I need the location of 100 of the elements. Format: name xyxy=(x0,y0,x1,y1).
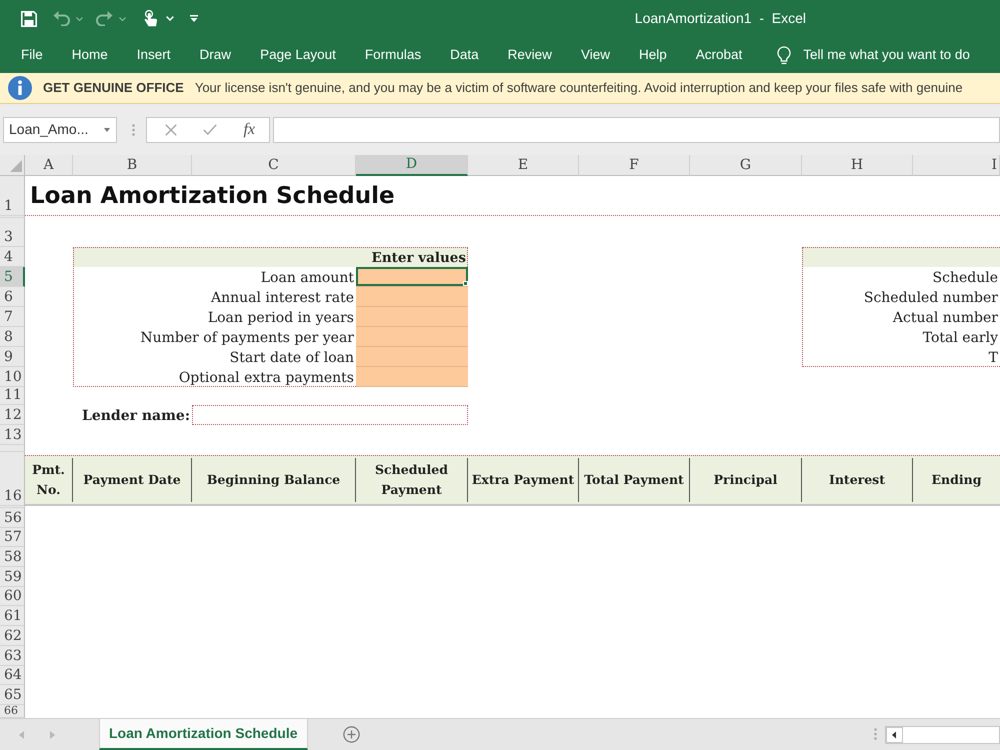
row-header[interactable]: 4 xyxy=(0,247,25,267)
name-box[interactable]: Loan_Amo... xyxy=(3,116,117,142)
field-label: Lender name: xyxy=(82,407,191,425)
more-options-icon[interactable] xyxy=(874,728,877,740)
row-header[interactable]: 13 xyxy=(0,425,25,445)
field-label: Loan amount xyxy=(260,269,355,287)
info-icon xyxy=(8,76,32,100)
input-cell[interactable] xyxy=(356,287,468,307)
schedule-column-header: Beginning Balance xyxy=(192,458,356,502)
row-header[interactable]: 59 xyxy=(0,567,25,587)
field-label: Optional extra payments xyxy=(178,369,355,387)
column-header[interactable]: I xyxy=(913,155,1000,176)
undo-icon[interactable] xyxy=(53,11,70,26)
sheet-tab[interactable]: Loan Amortization Schedule xyxy=(99,719,308,750)
schedule-column-header: Total Payment xyxy=(579,458,690,502)
row-header[interactable]: 63 xyxy=(0,646,25,666)
ribbon-tab[interactable]: Draw xyxy=(200,45,232,65)
row-header[interactable]: 62 xyxy=(0,626,25,646)
input-cell[interactable] xyxy=(356,367,468,387)
ribbon-tab[interactable]: View xyxy=(580,45,610,65)
previous-sheet-icon[interactable] xyxy=(19,730,24,738)
field-label: Actual number xyxy=(892,309,999,327)
row-header[interactable]: 12 xyxy=(0,405,25,425)
ribbon-tab[interactable]: Formulas xyxy=(364,45,422,65)
schedule-column-header: Extra Payment xyxy=(468,458,579,502)
row-header[interactable]: 58 xyxy=(0,547,25,568)
row-header[interactable]: 64 xyxy=(0,666,25,686)
formula-input[interactable] xyxy=(273,116,1000,142)
row-header[interactable]: 7 xyxy=(0,307,25,327)
add-sheet-icon[interactable] xyxy=(342,726,360,743)
row-header[interactable]: 8 xyxy=(0,327,25,347)
schedule-column-header: Ending xyxy=(930,471,982,489)
caret-icon[interactable] xyxy=(76,16,83,20)
row-header[interactable]: 10 xyxy=(0,367,25,387)
row-header[interactable]: 3 xyxy=(0,218,25,247)
ribbon-tab[interactable]: Review xyxy=(508,45,552,65)
scroll-left-icon[interactable] xyxy=(886,727,903,743)
row-header[interactable]: 11 xyxy=(0,387,25,405)
field-label: Annual interest rate xyxy=(210,289,355,307)
select-all-icon[interactable] xyxy=(10,160,22,172)
lightbulb-icon[interactable] xyxy=(777,46,792,64)
row-header[interactable] xyxy=(0,445,25,452)
sheet-title: Loan Amortization Schedule xyxy=(29,182,395,211)
column-header[interactable]: F xyxy=(579,155,690,176)
row-header[interactable]: 57 xyxy=(0,528,25,548)
row-header[interactable]: 66 xyxy=(0,704,25,718)
column-header[interactable]: A xyxy=(25,155,73,176)
check-icon[interactable] xyxy=(203,124,218,135)
input-cell[interactable] xyxy=(356,347,468,367)
schedule-column-header: Scheduled Payment xyxy=(356,458,468,502)
row-header[interactable]: 65 xyxy=(0,685,25,705)
row-header[interactable]: 61 xyxy=(0,606,25,626)
next-sheet-icon[interactable] xyxy=(50,730,55,738)
column-header[interactable]: E xyxy=(468,155,579,176)
field-label: Loan period in years xyxy=(208,309,355,327)
input-cell[interactable] xyxy=(356,327,468,347)
input-cell[interactable] xyxy=(356,267,468,287)
row-header[interactable]: 9 xyxy=(0,347,25,367)
field-label: T xyxy=(988,349,999,367)
caret-icon[interactable] xyxy=(119,16,126,20)
row-header[interactable]: 16 xyxy=(0,452,25,506)
ribbon-tab[interactable]: Insert xyxy=(136,45,171,65)
save-icon[interactable] xyxy=(21,10,37,26)
ribbon-tab[interactable]: File xyxy=(21,45,43,65)
column-header[interactable]: D xyxy=(356,155,468,176)
more-options-icon[interactable] xyxy=(132,124,135,136)
lender-name-field[interactable] xyxy=(192,405,468,425)
field-label: Total early xyxy=(922,329,999,347)
field-label: Number of payments per year xyxy=(140,329,355,347)
ribbon-tab[interactable]: Home xyxy=(72,45,108,65)
column-header[interactable]: H xyxy=(802,155,913,176)
row-header[interactable]: 6 xyxy=(0,287,25,307)
customize-menu-icon[interactable] xyxy=(190,15,198,22)
insert-function-button[interactable]: fx xyxy=(243,118,255,142)
field-label: Scheduled number xyxy=(864,289,999,307)
dropdown-caret-icon[interactable] xyxy=(104,128,110,132)
row-header[interactable]: 1 xyxy=(0,176,25,216)
ribbon-tab[interactable]: Acrobat xyxy=(696,45,742,65)
row-header[interactable]: 5 xyxy=(0,267,25,287)
column-header[interactable]: C xyxy=(192,155,356,176)
ribbon-tab[interactable]: Data xyxy=(450,45,479,65)
row-header[interactable]: 60 xyxy=(0,586,25,606)
cancel-icon[interactable] xyxy=(165,124,177,136)
schedule-column-header: Interest xyxy=(802,458,913,502)
hand-pointer-icon[interactable] xyxy=(144,10,157,27)
schedule-column-header: Payment Date xyxy=(73,458,192,502)
name-box-text: Loan_Amo... xyxy=(9,120,88,139)
column-header[interactable]: G xyxy=(690,155,802,176)
message-text: Your license isn't genuine, and you may be a victim of software counterfeiting. Avoid interruption and keep your files safe with genuine xyxy=(194,79,963,98)
column-header[interactable]: B xyxy=(73,155,192,176)
schedule-column-header: Principal xyxy=(690,458,802,502)
ribbon-tab[interactable]: Help xyxy=(638,45,667,65)
ribbon-tab[interactable]: Page Layout xyxy=(260,45,336,65)
row-header[interactable]: 56 xyxy=(0,508,25,528)
message-title: GET GENUINE OFFICE xyxy=(43,79,184,98)
tell-me-search[interactable]: Tell me what you want to do xyxy=(803,44,970,66)
window-title: LoanAmortization1 - Excel xyxy=(634,9,806,28)
input-cell[interactable] xyxy=(356,307,468,327)
horizontal-scrollbar[interactable] xyxy=(885,726,1000,744)
redo-icon[interactable] xyxy=(96,11,113,26)
